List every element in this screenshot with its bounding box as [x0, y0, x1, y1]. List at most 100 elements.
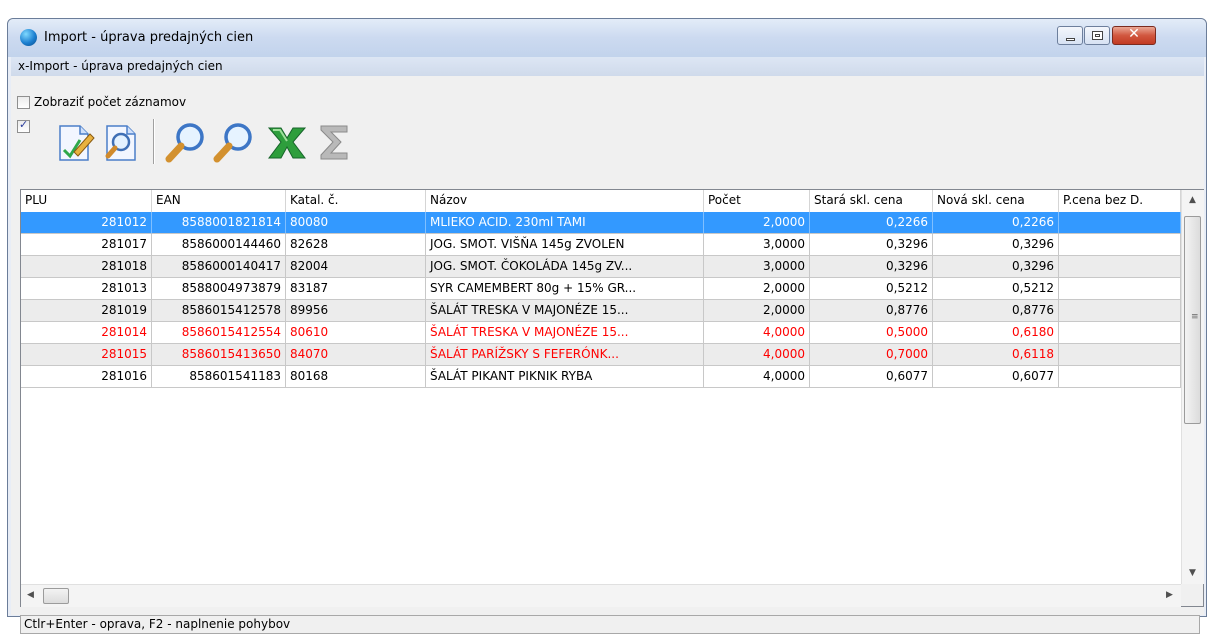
table-cell[interactable]: JOG. SMOT. ČOKOLÁDA 145g ZV... [426, 256, 704, 278]
table-cell[interactable]: 281015 [21, 344, 152, 366]
table-row[interactable]: 281014 8586015412554 80610 ŠALÁT TRESKA V M… [21, 322, 1181, 344]
table-cell[interactable]: 0,6180 [933, 322, 1059, 344]
table-cell[interactable]: 8586000140417 [152, 256, 286, 278]
horizontal-scrollbar[interactable]: ◀ ▶ [21, 584, 1181, 607]
table-cell[interactable]: 0,6077 [933, 366, 1059, 388]
table-cell[interactable]: 0,5212 [933, 278, 1059, 300]
table-cell[interactable]: 8586000144460 [152, 234, 286, 256]
table-cell[interactable]: 0,2266 [810, 212, 933, 234]
table-cell[interactable]: 83187 [286, 278, 426, 300]
table-cell[interactable]: ŠALÁT PIKANT PIKNIK RYBA [426, 366, 704, 388]
table-cell[interactable]: 0,2266 [933, 212, 1059, 234]
table-cell[interactable] [1059, 366, 1181, 388]
table-cell[interactable]: 281018 [21, 256, 152, 278]
table-cell[interactable]: MLIEKO ACID. 230ml TAMI [426, 212, 704, 234]
search-button[interactable] [163, 120, 207, 164]
table-cell[interactable]: 0,3296 [933, 234, 1059, 256]
column-header[interactable]: Počet [704, 190, 810, 212]
table-cell[interactable]: 0,7000 [810, 344, 933, 366]
table-cell[interactable]: 2,0000 [704, 278, 810, 300]
table-cell[interactable]: 0,5000 [810, 322, 933, 344]
table-cell[interactable]: 281016 [21, 366, 152, 388]
table-cell[interactable]: 4,0000 [704, 344, 810, 366]
table-cell[interactable]: 3,0000 [704, 256, 810, 278]
table-row[interactable]: 281012 8588001821814 80080 MLIEKO ACID. 230… [21, 212, 1181, 234]
table-cell[interactable] [1059, 212, 1181, 234]
table-row[interactable]: 281019 8586015412578 89956 ŠALÁT TRESKA V M… [21, 300, 1181, 322]
title-bar[interactable]: Import - úprava predajných cien ✕ [8, 19, 1206, 57]
table-cell[interactable]: 0,3296 [810, 256, 933, 278]
table-cell[interactable]: 281014 [21, 322, 152, 344]
table-cell[interactable]: ŠALÁT TRESKA V MAJONÉZE 15... [426, 322, 704, 344]
table-cell[interactable] [1059, 344, 1181, 366]
table-row[interactable]: 281018 8586000140417 82004 JOG. SMOT. ČOKOL… [21, 256, 1181, 278]
table-cell[interactable]: 4,0000 [704, 322, 810, 344]
column-header[interactable]: PLU [21, 190, 152, 212]
table-cell[interactable]: 82628 [286, 234, 426, 256]
column-header[interactable]: Katal. č. [286, 190, 426, 212]
table-cell[interactable]: 8588001821814 [152, 212, 286, 234]
scroll-right-icon[interactable]: ▶ [1166, 590, 1173, 600]
table-cell[interactable] [1059, 278, 1181, 300]
column-header[interactable]: Nová skl. cena [933, 190, 1059, 212]
preview-button[interactable] [99, 120, 143, 164]
table-cell[interactable]: 281017 [21, 234, 152, 256]
sum-button[interactable] [311, 120, 355, 164]
table-cell[interactable]: 0,6077 [810, 366, 933, 388]
table-cell[interactable] [1059, 234, 1181, 256]
table-cell[interactable]: 0,8776 [810, 300, 933, 322]
table-cell[interactable]: 0,5212 [810, 278, 933, 300]
column-header[interactable]: Stará skl. cena [810, 190, 933, 212]
table-cell[interactable] [1059, 322, 1181, 344]
table-cell[interactable]: 858601541183 [152, 366, 286, 388]
table-cell[interactable]: 80168 [286, 366, 426, 388]
table-cell[interactable]: 2,0000 [704, 300, 810, 322]
table-cell[interactable]: SYR CAMEMBERT 80g + 15% GR... [426, 278, 704, 300]
scroll-down-icon[interactable]: ▼ [1189, 568, 1196, 578]
table-cell[interactable] [1059, 300, 1181, 322]
table-cell[interactable]: 281012 [21, 212, 152, 234]
table-cell[interactable]: 8588004973879 [152, 278, 286, 300]
table-cell[interactable]: 80080 [286, 212, 426, 234]
horizontal-scroll-thumb[interactable] [43, 588, 69, 604]
table-row[interactable]: 281016 858601541183 80168 ŠALÁT PIKANT PIKN… [21, 366, 1181, 388]
table-cell[interactable]: 80610 [286, 322, 426, 344]
column-header[interactable]: P.cena bez D. [1059, 190, 1181, 212]
search-next-button[interactable] [211, 120, 255, 164]
table-cell[interactable]: 4,0000 [704, 366, 810, 388]
show-count-checkbox[interactable] [17, 96, 30, 109]
table-cell[interactable]: ŠALÁT PARÍŽSKY S FEFERÓNK... [426, 344, 704, 366]
table-cell[interactable]: 0,8776 [933, 300, 1059, 322]
price-grid[interactable]: PLU EAN Katal. č. Názov Počet Stará skl. cena… [20, 189, 1204, 607]
excel-export-button[interactable] [263, 120, 307, 164]
vertical-scrollbar[interactable]: ▲ ≡ ▼ [1181, 190, 1204, 584]
table-cell[interactable]: 281019 [21, 300, 152, 322]
vertical-scroll-thumb[interactable]: ≡ [1184, 216, 1201, 424]
table-cell[interactable]: 281013 [21, 278, 152, 300]
table-cell[interactable]: 0,3296 [810, 234, 933, 256]
maximize-button[interactable] [1084, 26, 1110, 45]
column-header[interactable]: Názov [426, 190, 704, 212]
close-button[interactable]: ✕ [1112, 26, 1156, 45]
scroll-up-icon[interactable]: ▲ [1189, 195, 1196, 205]
table-row[interactable]: 281017 8586000144460 82628 JOG. SMOT. VIŠŇA… [21, 234, 1181, 256]
table-cell[interactable]: JOG. SMOT. VIŠŇA 145g ZVOLEN [426, 234, 704, 256]
minimize-button[interactable] [1057, 26, 1083, 45]
scroll-left-icon[interactable]: ◀ [27, 590, 34, 600]
table-row[interactable]: 281013 8588004973879 83187 SYR CAMEMBERT 80… [21, 278, 1181, 300]
table-cell[interactable] [1059, 256, 1181, 278]
table-cell[interactable]: 2,0000 [704, 212, 810, 234]
table-cell[interactable]: 8586015412554 [152, 322, 286, 344]
select-all-checkbox[interactable] [17, 118, 30, 133]
table-cell[interactable]: 8586015413650 [152, 344, 286, 366]
table-cell[interactable]: 89956 [286, 300, 426, 322]
column-header[interactable]: EAN [152, 190, 286, 212]
edit-button[interactable] [52, 120, 96, 164]
table-cell[interactable]: 3,0000 [704, 234, 810, 256]
table-cell[interactable]: 0,6118 [933, 344, 1059, 366]
table-cell[interactable]: 84070 [286, 344, 426, 366]
table-cell[interactable]: 8586015412578 [152, 300, 286, 322]
table-cell[interactable]: 82004 [286, 256, 426, 278]
table-cell[interactable]: ŠALÁT TRESKA V MAJONÉZE 15... [426, 300, 704, 322]
table-row[interactable]: 281015 8586015413650 84070 ŠALÁT PARÍŽSKY S… [21, 344, 1181, 366]
